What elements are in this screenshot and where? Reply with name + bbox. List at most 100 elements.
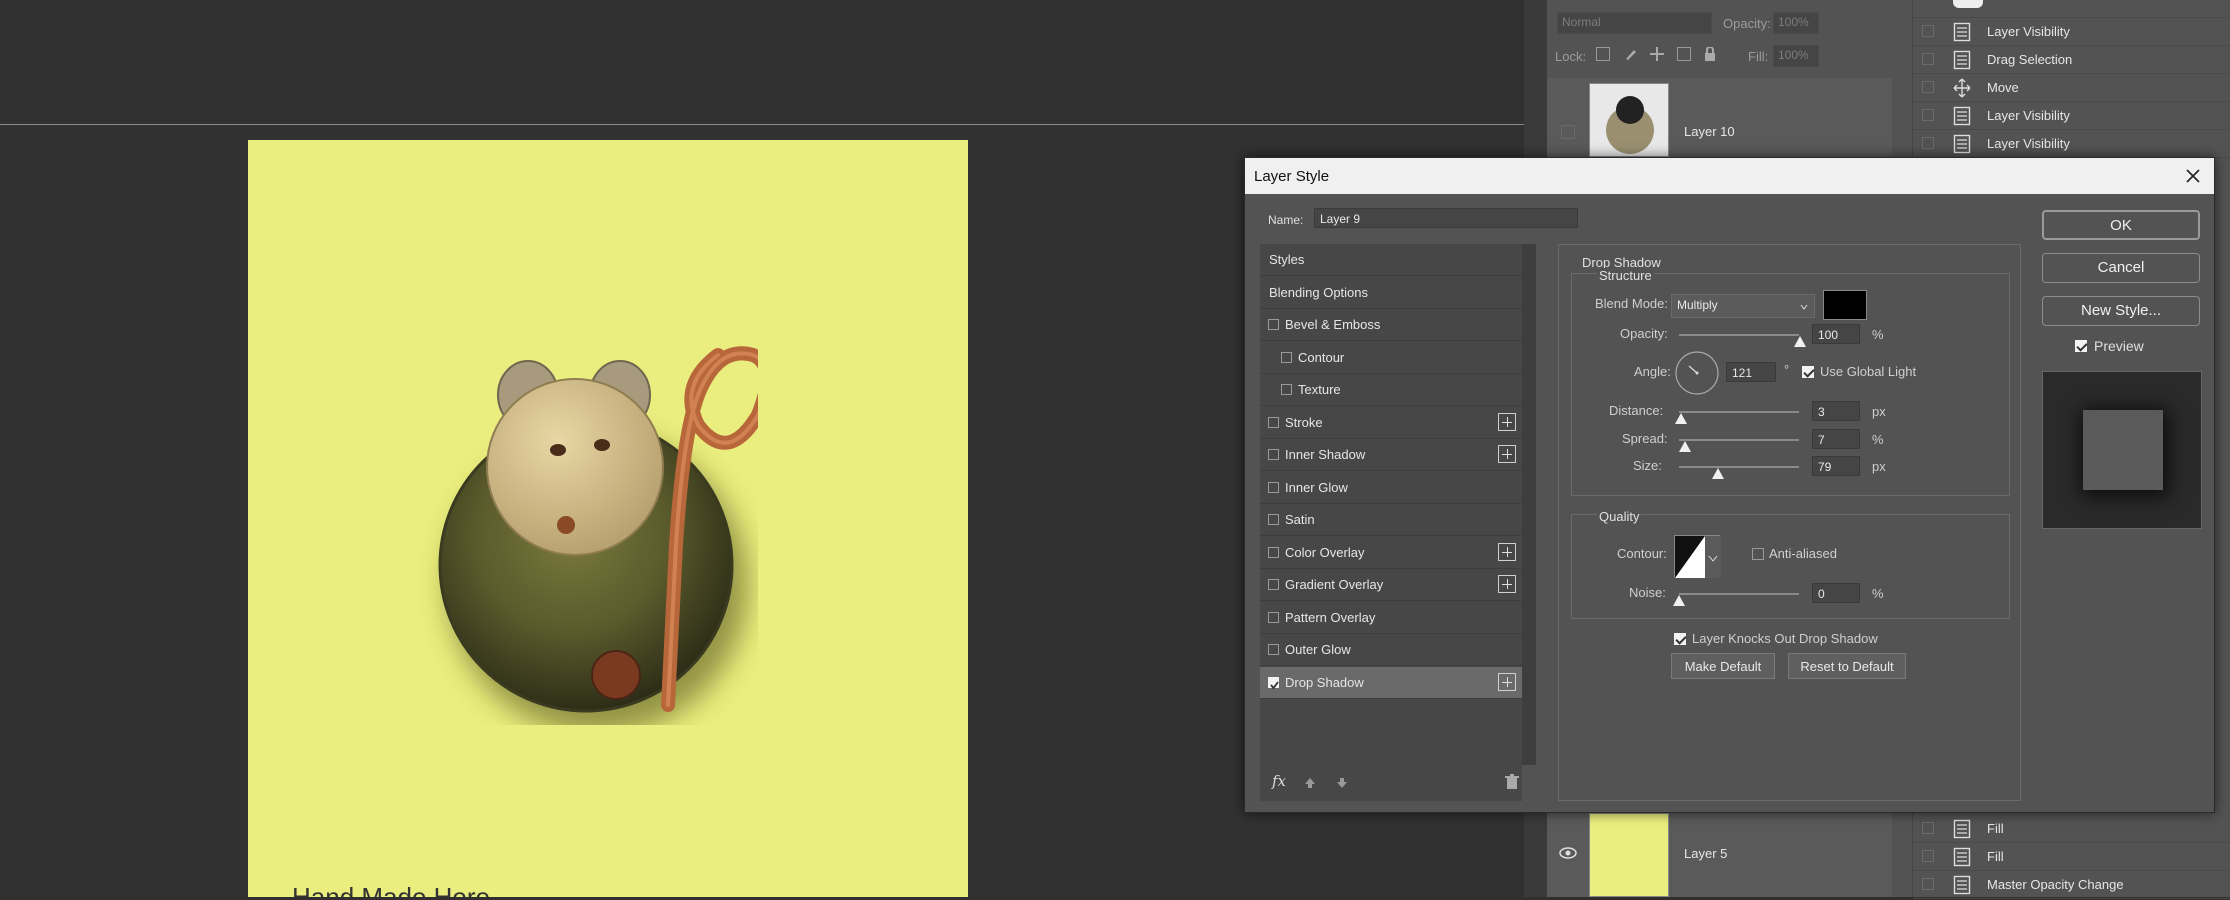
cancel-button[interactable]: Cancel [2042, 253, 2200, 283]
size-slider-track[interactable] [1679, 466, 1799, 468]
satin-checkbox[interactable] [1268, 514, 1279, 525]
style-item-texture[interactable]: Texture [1260, 374, 1522, 406]
history-item[interactable]: Fill [1913, 815, 2230, 843]
style-item-gradient-overlay[interactable]: Gradient Overlay [1260, 569, 1522, 601]
style-item-bevel-emboss[interactable]: Bevel & Emboss [1260, 309, 1522, 341]
contour-picker[interactable] [1674, 535, 1721, 578]
gradient-overlay-checkbox[interactable] [1268, 579, 1279, 590]
style-item-styles[interactable]: Styles [1260, 244, 1522, 276]
document-canvas[interactable]: Hand Made Here [248, 140, 968, 897]
bevel-emboss-checkbox[interactable] [1268, 319, 1279, 330]
layer-opacity-field[interactable]: 100% [1773, 12, 1819, 34]
style-item-satin[interactable]: Satin [1260, 504, 1522, 536]
drop-shadow-checkbox[interactable] [1268, 676, 1279, 689]
angle-field[interactable]: 121 [1726, 362, 1776, 382]
style-item-pattern-overlay[interactable]: Pattern Overlay [1260, 602, 1522, 634]
trash-icon[interactable] [1505, 774, 1519, 795]
add-icon[interactable] [1498, 445, 1516, 463]
add-icon[interactable] [1498, 672, 1516, 691]
move-up-icon[interactable] [1304, 776, 1316, 794]
history-snapshot-checkbox[interactable] [1922, 878, 1934, 890]
spread-field[interactable]: 7 [1812, 429, 1860, 449]
history-snapshot-checkbox[interactable] [1922, 822, 1934, 834]
size-slider-thumb[interactable] [1712, 468, 1724, 479]
layer-visibility-toggle[interactable] [1561, 125, 1575, 139]
use-global-light-checkbox[interactable] [1802, 366, 1814, 378]
document-icon [1953, 134, 1971, 154]
history-snapshot-checkbox[interactable] [1922, 137, 1934, 149]
contour-checkbox[interactable] [1281, 351, 1292, 363]
add-icon[interactable] [1498, 412, 1516, 431]
history-snapshot-checkbox[interactable] [1922, 81, 1934, 93]
history-item[interactable]: Layer Visibility [1913, 130, 2230, 158]
make-default-button[interactable]: Make Default [1671, 653, 1775, 679]
distance-slider-track[interactable] [1679, 411, 1799, 413]
style-item-stroke[interactable]: Stroke [1260, 407, 1522, 439]
add-icon[interactable] [1498, 542, 1516, 561]
shadow-opacity-field[interactable]: 100 [1812, 324, 1860, 344]
inner-glow-checkbox[interactable] [1268, 481, 1279, 493]
eye-icon[interactable] [1559, 846, 1577, 860]
lock-artboard-icon[interactable] [1677, 47, 1691, 61]
add-icon[interactable] [1498, 575, 1516, 593]
history-snapshot-checkbox[interactable] [1922, 53, 1934, 65]
style-item-inner-shadow[interactable]: Inner Shadow [1260, 439, 1522, 471]
inner-shadow-checkbox[interactable] [1268, 449, 1279, 460]
new-style-button[interactable]: New Style... [2042, 296, 2200, 326]
distance-slider-thumb[interactable] [1675, 413, 1687, 424]
ok-button[interactable]: OK [2042, 210, 2200, 240]
history-item[interactable]: Layer Visibility [1913, 18, 2230, 46]
color-overlay-checkbox[interactable] [1268, 546, 1279, 558]
knocks-out-checkbox[interactable] [1674, 633, 1686, 645]
move-down-icon[interactable] [1336, 776, 1348, 794]
style-item-blending-options[interactable]: Blending Options [1260, 277, 1522, 309]
style-item-inner-glow[interactable]: Inner Glow [1260, 472, 1522, 504]
lock-transparent-icon[interactable] [1596, 47, 1610, 61]
style-item-contour[interactable]: Contour [1260, 342, 1522, 374]
history-item[interactable]: Master Opacity Change [1913, 871, 2230, 899]
outer-glow-checkbox[interactable] [1268, 644, 1279, 655]
styles-scrollbar[interactable] [1522, 244, 1536, 765]
close-icon[interactable] [2182, 165, 2204, 187]
noise-slider-track[interactable] [1679, 593, 1799, 595]
opacity-slider-track[interactable] [1679, 334, 1799, 336]
spread-slider-thumb[interactable] [1679, 441, 1691, 452]
angle-dial[interactable] [1675, 351, 1719, 395]
name-label: Name: [1268, 213, 1304, 227]
texture-checkbox[interactable] [1281, 384, 1292, 395]
history-item[interactable]: Move [1913, 74, 2230, 102]
distance-field[interactable]: 3 [1812, 401, 1860, 421]
pattern-overlay-checkbox[interactable] [1268, 611, 1279, 623]
layer-row-layer-5[interactable]: Layer 5 [1547, 810, 1892, 897]
lock-all-icon[interactable] [1704, 46, 1716, 61]
fx-icon[interactable]: fx [1272, 772, 1286, 790]
noise-field[interactable]: 0 [1812, 583, 1860, 603]
preview-checkbox[interactable] [2075, 340, 2087, 352]
layer-name: Layer 5 [1684, 846, 1728, 861]
shadow-color-swatch[interactable] [1823, 290, 1867, 320]
lock-paint-icon[interactable] [1624, 47, 1638, 61]
size-field[interactable]: 79 [1812, 456, 1860, 476]
noise-slider-thumb[interactable] [1673, 595, 1685, 606]
layer-name-field[interactable]: Layer 9 [1314, 208, 1578, 228]
style-item-label: Pattern Overlay [1285, 609, 1376, 625]
history-snapshot-checkbox[interactable] [1922, 850, 1934, 862]
history-item[interactable]: Layer Visibility [1913, 102, 2230, 130]
history-snapshot-checkbox[interactable] [1922, 25, 1934, 37]
history-snapshot-checkbox[interactable] [1922, 109, 1934, 121]
anti-aliased-checkbox[interactable] [1752, 548, 1764, 560]
reset-to-default-button[interactable]: Reset to Default [1788, 653, 1906, 679]
opacity-slider-thumb[interactable] [1794, 336, 1806, 347]
dialog-titlebar[interactable]: Layer Style [1245, 158, 2214, 194]
layer-fill-field[interactable]: 100% [1773, 45, 1819, 67]
history-item[interactable]: Drag Selection [1913, 46, 2230, 74]
history-item[interactable]: Fill [1913, 843, 2230, 871]
style-item-color-overlay[interactable]: Color Overlay [1260, 537, 1522, 569]
style-item-drop-shadow[interactable]: Drop Shadow [1260, 666, 1522, 699]
shadow-blend-mode-select[interactable]: Multiply [1671, 294, 1815, 318]
stroke-checkbox[interactable] [1268, 416, 1279, 428]
style-item-outer-glow[interactable]: Outer Glow [1260, 634, 1522, 666]
lock-position-icon[interactable] [1650, 47, 1664, 61]
layer-blend-mode-select[interactable]: Normal [1557, 12, 1712, 34]
spread-slider-track[interactable] [1679, 439, 1799, 441]
